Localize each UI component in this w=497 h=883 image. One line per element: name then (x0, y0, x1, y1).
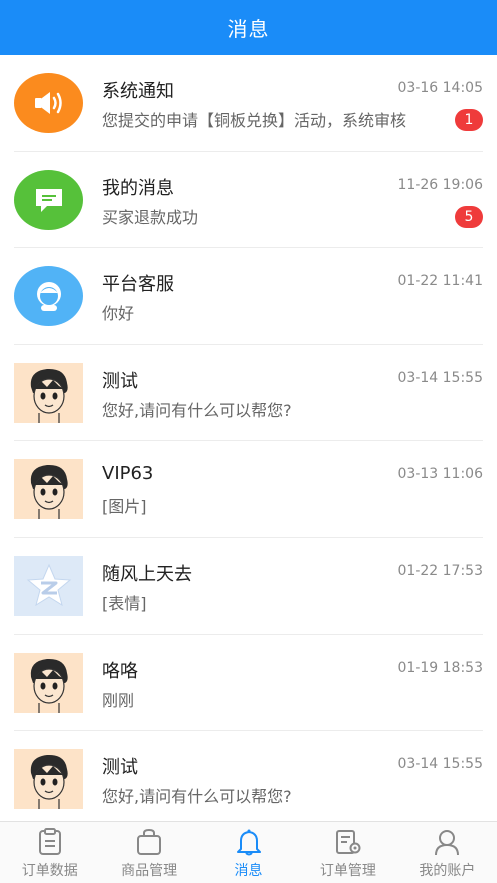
tab-order-data[interactable]: 订单数据 (0, 822, 99, 883)
cartoon-boy-avatar (14, 362, 83, 423)
shopping-bag-icon (134, 828, 164, 856)
qzone-star-avatar (14, 555, 83, 616)
conversation-preview: 您好,请问有什么可以帮您? (102, 787, 292, 807)
speaker-icon (34, 92, 62, 114)
conversation-preview: 买家退款成功 (102, 207, 199, 227)
conversation-preview: 刚刚 (102, 690, 135, 710)
conversation-name: 平台客服 (102, 274, 174, 296)
bottom-tab-bar: 订单数据 商品管理 消息 订单管理 我的账户 (0, 821, 497, 883)
tab-product-management[interactable]: 商品管理 (99, 822, 198, 883)
conversation-preview: 您好,请问有什么可以帮您? (102, 400, 292, 420)
tab-my-account[interactable]: 我的账户 (398, 822, 497, 883)
cartoon-boy-avatar (14, 749, 83, 810)
conversation-time: 01-22 17:53 (397, 562, 483, 579)
conversation-name: VIP63 (102, 463, 154, 485)
platform-service-avatar (14, 266, 83, 327)
conversation-preview: [表情] (102, 593, 147, 613)
tab-label: 商品管理 (121, 863, 178, 879)
tab-order-management[interactable]: 订单管理 (298, 822, 397, 883)
conversation-time: 01-22 11:41 (397, 273, 483, 290)
conversation-time: 11-26 19:06 (397, 176, 483, 193)
my-messages-avatar (14, 169, 83, 230)
cartoon-boy-avatar (14, 652, 83, 713)
tab-label: 订单数据 (21, 863, 78, 879)
list-item[interactable]: 测试 03-14 15:55 您好,请问有什么可以帮您? (14, 731, 483, 821)
page-title: 消息 (227, 17, 270, 41)
list-item[interactable]: 平台客服 01-22 11:41 你好 (14, 248, 483, 345)
cartoon-boy-avatar (14, 459, 83, 520)
order-settings-icon (333, 828, 363, 856)
tab-label: 我的账户 (419, 863, 476, 879)
message-list[interactable]: 系统通知 03-16 14:05 您提交的申请【铜板兑换】活动，系统审核 1 我… (0, 55, 497, 821)
conversation-time: 03-14 15:55 (397, 369, 483, 386)
list-item[interactable]: 系统通知 03-16 14:05 您提交的申请【铜板兑换】活动，系统审核 1 (14, 55, 483, 152)
chat-bubble-icon (35, 188, 62, 212)
list-item[interactable]: 测试 03-14 15:55 您好,请问有什么可以帮您? (14, 345, 483, 442)
conversation-time: 03-16 14:05 (397, 80, 483, 96)
conversation-time: 03-13 11:06 (397, 466, 483, 483)
user-icon (432, 828, 462, 856)
conversation-name: 咯咯 (102, 660, 138, 682)
conversation-preview: 您提交的申请【铜板兑换】活动，系统审核 (102, 111, 407, 130)
bell-icon (234, 828, 264, 856)
list-item[interactable]: VIP63 03-13 11:06 [图片] (14, 441, 483, 538)
conversation-time: 03-14 15:55 (397, 756, 483, 773)
system-notice-avatar (14, 73, 83, 133)
list-item[interactable]: 我的消息 11-26 19:06 买家退款成功 5 (14, 152, 483, 249)
list-item[interactable]: 随风上天去 01-22 17:53 [表情] (14, 538, 483, 635)
conversation-name: 随风上天去 (102, 563, 192, 585)
unread-badge: 5 (455, 205, 483, 228)
conversation-name: 测试 (102, 757, 138, 779)
tab-label: 消息 (234, 863, 263, 879)
cartoon-boy-icon (30, 465, 68, 520)
conversation-time: 01-19 18:53 (397, 659, 483, 676)
top-bar: 消息 (0, 0, 497, 55)
list-item[interactable]: 咯咯 01-19 18:53 刚刚 (14, 635, 483, 732)
tab-messages[interactable]: 消息 (199, 822, 298, 883)
conversation-preview: [图片] (102, 497, 147, 517)
conversation-name: 测试 (102, 370, 138, 392)
tab-label: 订单管理 (319, 863, 376, 879)
conversation-preview: 你好 (102, 304, 135, 324)
cartoon-boy-icon (30, 658, 68, 713)
conversation-name: 我的消息 (102, 177, 174, 199)
unread-badge: 1 (455, 109, 483, 131)
cartoon-boy-icon (30, 755, 68, 810)
conversation-name: 系统通知 (102, 81, 174, 102)
customer-service-icon (36, 282, 61, 312)
star-icon (26, 563, 71, 607)
cartoon-boy-icon (30, 368, 68, 423)
clipboard-icon (35, 828, 65, 856)
